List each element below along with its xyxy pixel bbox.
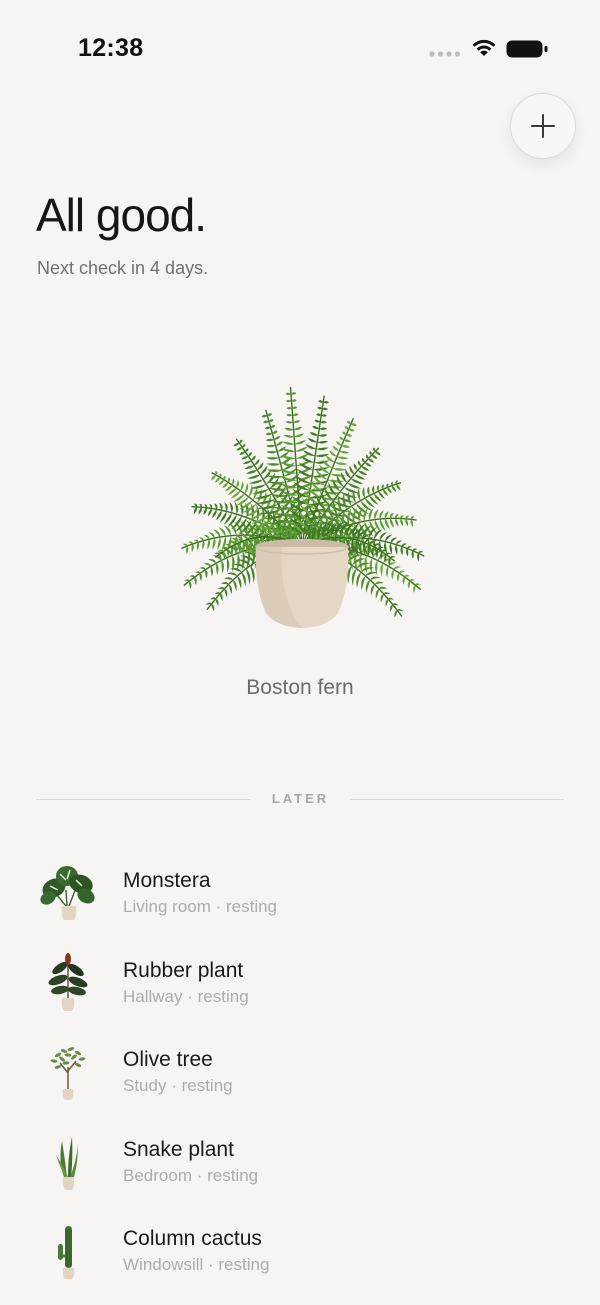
later-section-divider: LATER bbox=[36, 788, 564, 810]
divider-line-left bbox=[36, 799, 251, 800]
status-bar: 12:38 bbox=[0, 0, 600, 96]
page-title: All good. bbox=[36, 189, 207, 241]
plant-row-monstera[interactable]: Monstera Living room · resting bbox=[0, 852, 600, 942]
divider-line-right bbox=[350, 799, 564, 800]
status-time: 12:38 bbox=[78, 34, 144, 62]
wifi-icon bbox=[472, 39, 496, 56]
plant-row-snake-plant[interactable]: Snake plant Bedroom · resting bbox=[0, 1121, 600, 1211]
plant-care-screen: 12:38 All good. Next check in 4 days. Bo… bbox=[0, 0, 600, 1305]
plus-icon bbox=[531, 114, 555, 138]
olive-tree-icon bbox=[50, 1047, 86, 1100]
plant-list: Monstera Living room · resting Rubber pl… bbox=[0, 852, 600, 1300]
plant-name: Olive tree bbox=[123, 1048, 213, 1071]
plant-row-olive-tree[interactable]: Olive tree Study · resting bbox=[0, 1031, 600, 1121]
plant-name: Snake plant bbox=[123, 1137, 234, 1161]
fern-icon[interactable] bbox=[150, 325, 450, 635]
plant-meta: Bedroom · resting bbox=[123, 1165, 259, 1185]
plant-meta: Hallway · resting bbox=[123, 986, 249, 1006]
plant-name: Monstera bbox=[123, 869, 211, 892]
signal-icon bbox=[429, 51, 461, 57]
cactus-icon bbox=[58, 1226, 75, 1279]
monstera-icon bbox=[40, 866, 95, 920]
plant-meta: Windowsill · resting bbox=[123, 1255, 270, 1274]
plant-name: Column cactus bbox=[123, 1227, 262, 1250]
section-label: LATER bbox=[271, 791, 330, 806]
plant-row-rubber-plant[interactable]: Rubber plant Hallway · resting bbox=[0, 942, 600, 1032]
plant-row-column-cactus[interactable]: Column cactus Windowsill · resting bbox=[0, 1210, 600, 1300]
plant-meta: Study · resting bbox=[123, 1076, 233, 1095]
rubber-plant-icon bbox=[48, 952, 88, 1011]
featured-plant-name: Boston fern bbox=[246, 676, 354, 699]
snake-plant-icon bbox=[56, 1136, 78, 1190]
plant-name: Rubber plant bbox=[123, 958, 244, 982]
plant-meta: Living room · resting bbox=[123, 897, 278, 916]
next-check-subtitle: Next check in 4 days. bbox=[37, 258, 209, 278]
add-plant-button[interactable] bbox=[510, 93, 576, 159]
battery-icon bbox=[506, 40, 548, 58]
